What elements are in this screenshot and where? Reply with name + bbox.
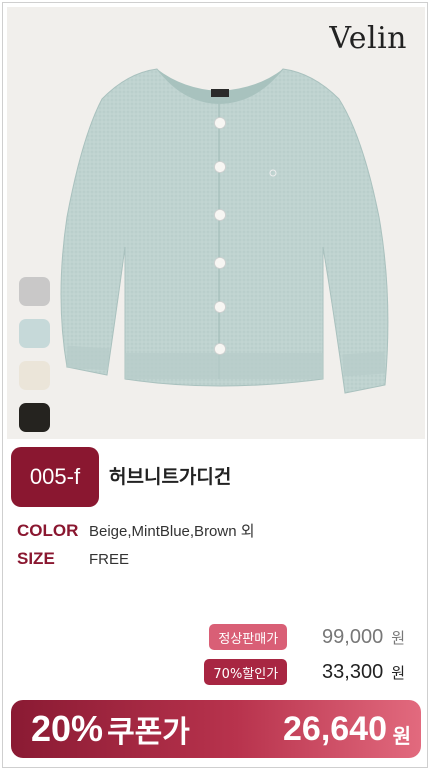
spec-size-row: SIZE FREE [17,549,129,569]
discount-price-row: 70%할인가 33,300 원 [204,659,405,685]
discount-price-unit: 원 [391,663,405,682]
regular-price: 99,000 [322,625,384,648]
product-card[interactable]: Velin 005-f 허브니트가디건 COLOR Beige,MintBlue… [2,2,428,768]
product-image[interactable]: Velin [7,7,425,439]
coupon-price-banner[interactable]: 20% 쿠폰가 26,640 원 [11,700,421,758]
spec-color-row: COLOR Beige,MintBlue,Brown 외 [17,520,255,541]
brand-logo: Velin [329,21,407,56]
swatch-gray[interactable] [19,277,50,306]
regular-price-unit: 원 [391,628,405,647]
color-swatches [19,277,53,439]
spec-size-value: FREE [89,551,130,568]
swatch-black[interactable] [19,403,50,432]
spec-color-value: Beige,MintBlue,Brown 외 [89,523,255,540]
regular-price-row: 정상판매가 99,000 원 [209,624,405,650]
product-code-badge: 005-f [11,447,99,507]
swatch-mintblue[interactable] [19,319,50,348]
coupon-label: 쿠폰가 [107,715,190,750]
discount-price: 33,300 [322,660,384,683]
product-name[interactable]: 허브니트가디건 [109,462,231,489]
discount-price-tag: 70%할인가 [204,659,288,685]
swatch-beige[interactable] [19,361,50,390]
coupon-price: 26,640 [283,709,387,748]
cardigan-illustration [60,68,389,394]
regular-price-tag: 정상판매가 [209,624,288,650]
coupon-price-unit: 원 [392,724,411,748]
spec-color-label: COLOR [17,521,79,540]
spec-size-label: SIZE [17,549,55,568]
coupon-percent: 20% [31,708,104,749]
